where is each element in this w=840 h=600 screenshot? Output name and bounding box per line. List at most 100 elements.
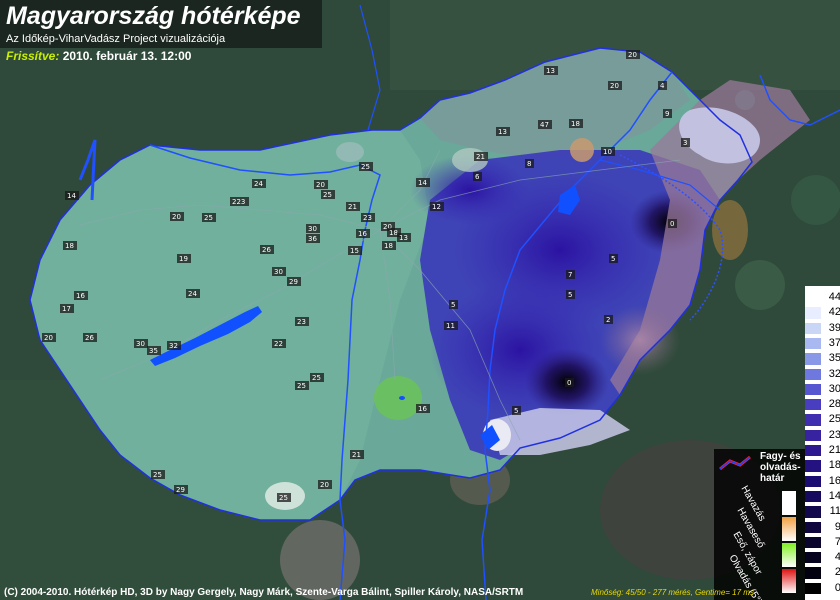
scale-label: 42 [828, 306, 840, 319]
station-snow-depth: 20 [610, 82, 619, 90]
snow-depth-scale: 44 42 39 37 35 32 30 28 25 23 21 18 16 14 11 9 7 4 2 0 [805, 286, 840, 600]
scale-label: 30 [828, 382, 840, 395]
scale-label: 21 [828, 444, 840, 456]
station-snow-depth: 20 [172, 213, 181, 221]
scale-swatch [805, 475, 821, 487]
station-snow-depth: 29 [289, 278, 298, 286]
station-snow-depth: 14 [67, 192, 76, 200]
station-snow-depth: 20 [44, 334, 53, 342]
scale-swatch [805, 567, 821, 579]
scale-swatch [805, 383, 821, 396]
station-snow-depth: 5 [451, 301, 455, 309]
snow-map: 20 13 20 4 9 47 18 13 10 3 21 8 6 25 14 24 20 14 25 223 12 21… [0, 0, 840, 600]
station-snow-depth: 32 [169, 342, 178, 350]
legend-swatch [782, 491, 796, 515]
scale-label: 14 [828, 489, 840, 502]
station-snow-depth: 12 [432, 203, 441, 211]
station-snow-depth: 5 [611, 255, 615, 263]
scale-swatch [805, 521, 821, 533]
scale-label: 35 [828, 352, 840, 365]
station-snow-depth: 2 [606, 316, 610, 324]
station-snow-depth: 18 [65, 242, 74, 250]
updated-label: Frissítve: [6, 49, 60, 63]
station-snow-depth: 4 [660, 82, 665, 90]
scale-swatch [805, 353, 821, 365]
station-snow-depth: 25 [279, 494, 288, 502]
station-snow-depth: 18 [384, 242, 393, 250]
legend-swatch [782, 543, 796, 567]
station-snow-depth: 25 [323, 191, 332, 199]
scale-label: 37 [828, 336, 840, 349]
scale-swatch [805, 322, 821, 334]
station-snow-depth: 13 [399, 234, 408, 242]
scale-label: 44 [828, 291, 840, 303]
station-snow-depth: 35 [149, 347, 158, 355]
scale-label: 18 [828, 459, 840, 472]
scale-swatch [805, 368, 821, 380]
boundary-label: Fagy- és olvadás-határ [760, 451, 801, 484]
station-snow-depth: 13 [546, 67, 555, 75]
station-snow-depth: 17 [62, 305, 71, 313]
scale-label: 28 [828, 398, 840, 411]
station-snow-depth: 16 [358, 230, 367, 238]
station-snow-depth: 21 [476, 153, 485, 161]
scale-swatch [805, 445, 821, 457]
scale-swatch [805, 506, 821, 518]
station-snow-depth: 24 [254, 180, 263, 188]
station-snow-depth: 16 [76, 292, 85, 300]
station-snow-depth: 22 [274, 340, 283, 348]
scale-label: 9 [834, 520, 840, 533]
station-snow-depth: 16 [418, 405, 427, 413]
station-snow-depth: 26 [85, 334, 94, 342]
station-snow-depth: 9 [665, 110, 669, 118]
station-snow-depth: 36 [308, 235, 317, 243]
scale-swatch [805, 536, 821, 549]
scale-label: 25 [828, 413, 840, 426]
station-snow-depth: 0 [567, 379, 571, 387]
station-snow-depth: 21 [352, 451, 361, 459]
scale-label: 11 [829, 505, 840, 518]
legend-swatch [782, 517, 796, 541]
station-snow-depth: 30 [136, 340, 145, 348]
station-snow-depth: 11 [446, 322, 455, 330]
update-info: Frissítve: 2010. február 13. 12:00 [6, 49, 191, 63]
station-snow-depth: 18 [389, 229, 398, 237]
scale-swatch [805, 582, 821, 595]
station-snow-depth: 14 [418, 179, 427, 187]
scale-label: 2 [834, 566, 840, 579]
scale-label: 16 [828, 474, 840, 487]
quality-info: Minőség: 45/50 - 277 mérés, Gentime= 17 … [591, 588, 754, 597]
scale-swatch [805, 292, 821, 304]
scale-label: 4 [834, 551, 840, 564]
updated-value: 2010. február 13. 12:00 [62, 49, 192, 63]
scale-swatch [805, 460, 821, 472]
scale-swatch [805, 552, 821, 564]
station-snow-depth: 30 [274, 268, 283, 276]
scale-label: 7 [834, 535, 840, 548]
station-snow-depth: 29 [176, 486, 185, 494]
station-snow-depth: 15 [350, 247, 359, 255]
station-snow-depth: 7 [568, 271, 572, 279]
station-snow-depth: 8 [527, 160, 531, 168]
copyright-footer: (C) 2004-2010. Hótérkép HD, 3D by Nagy G… [4, 587, 524, 598]
scale-label: 23 [828, 428, 840, 441]
station-snow-depth: 13 [498, 128, 507, 136]
scale-swatch [805, 307, 821, 319]
station-snow-depth: 6 [475, 173, 480, 181]
scale-swatch [805, 337, 821, 350]
station-snow-depth: 25 [153, 471, 162, 479]
boundary-line-icon [719, 455, 751, 471]
scale-swatch [805, 399, 821, 411]
station-snow-depth: 3 [683, 139, 687, 147]
station-snow-depth: 23 [297, 318, 306, 326]
station-snow-depth: 25 [312, 374, 321, 382]
scale-label: 0 [834, 581, 840, 594]
station-snow-depth: 5 [514, 407, 518, 415]
station-snow-depth: 47 [540, 121, 549, 129]
station-snow-depth: 25 [361, 163, 370, 171]
station-snow-depth: 20 [316, 181, 325, 189]
legend: Fagy- és olvadás-határ Havazás Havaseső … [714, 449, 805, 600]
station-snow-depth: 18 [571, 120, 580, 128]
station-snow-depth: 5 [568, 291, 572, 299]
station-snow-depth: 19 [179, 255, 188, 263]
